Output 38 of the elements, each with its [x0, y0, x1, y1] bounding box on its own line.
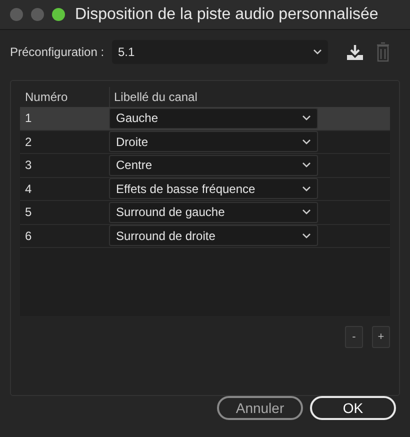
remove-button[interactable]: -	[345, 326, 363, 348]
channel-dropdown[interactable]: Droite	[109, 131, 318, 152]
table-row[interactable]: 6 Surround de droite	[20, 224, 390, 248]
table-cell-text: 3	[24, 157, 33, 174]
table-cell-text: 2	[24, 134, 33, 151]
chevron-icon	[302, 115, 311, 122]
cancel-button[interactable]: Annuler	[217, 396, 303, 420]
chevron-icon	[302, 138, 311, 145]
close-icon[interactable]	[10, 8, 23, 21]
table-cell-text: 5	[24, 204, 33, 222]
chevron-icon	[302, 186, 311, 192]
download-icon[interactable]	[346, 44, 364, 60]
channel-dropdown[interactable]: Gauche	[109, 108, 318, 129]
channel-dropdown[interactable]: Surround de gauche	[109, 202, 318, 223]
window-title: Disposition de la piste audio personnalisée	[75, 4, 378, 24]
chevron-icon	[302, 232, 311, 239]
preset-dropdown[interactable]: 5.1	[112, 40, 328, 64]
table-cell-text: 1	[24, 110, 33, 128]
preset-label: Préconfiguration :	[10, 44, 106, 61]
zoom-icon[interactable]	[52, 8, 65, 21]
table-cell-text: 4	[24, 180, 33, 198]
table-row[interactable]: 4 Effets de basse fréquence	[20, 178, 390, 201]
table-row[interactable]: 5 Surround de gauche	[20, 201, 390, 224]
chevron-icon	[313, 49, 322, 55]
minimize-icon[interactable]	[31, 8, 44, 21]
add-button[interactable]: +	[372, 326, 390, 348]
channel-dropdown[interactable]: Effets de basse fréquence	[109, 178, 318, 200]
table-row[interactable]: 2 Droite	[20, 130, 390, 154]
chevron-icon	[302, 162, 311, 168]
table-row[interactable]: 3 Centre	[20, 154, 390, 178]
table-row[interactable]: 1 Gauche	[20, 107, 390, 130]
chevron-icon	[302, 209, 311, 216]
table-cell-text: 6	[24, 228, 33, 245]
channel-dropdown[interactable]: Surround de droite	[109, 225, 318, 246]
channel-dropdown[interactable]: Centre	[109, 154, 318, 176]
trash-icon[interactable]	[376, 42, 390, 62]
column-header: Numéro	[24, 89, 69, 106]
ok-button[interactable]: OK	[310, 396, 396, 420]
